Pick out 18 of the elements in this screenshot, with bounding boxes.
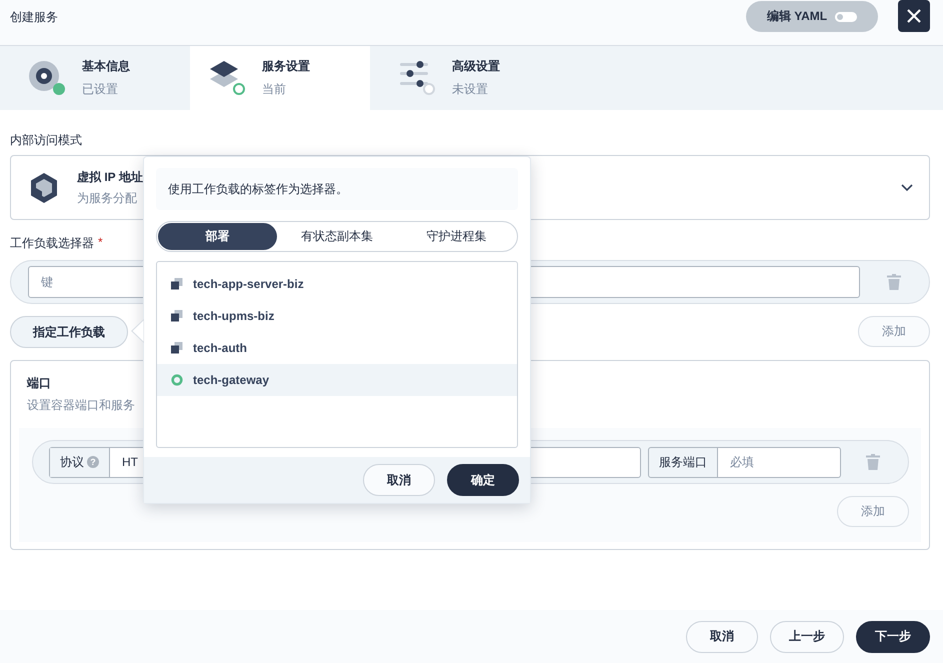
section-description: 设置容器端口和服务 (27, 397, 135, 414)
required-mark: * (98, 235, 103, 251)
step-status: 未设置 (452, 81, 489, 98)
protocol-value: HT (121, 454, 139, 471)
step-status: 已设置 (82, 81, 119, 98)
step-title: 服务设置 (262, 58, 310, 75)
field-label: 内部访问模式 (10, 132, 83, 149)
window-title: 创建服务 (10, 9, 58, 26)
step-status: 当前 (262, 81, 287, 98)
mode-title: 虚拟 IP 地址 (77, 168, 143, 186)
step-title: 高级设置 (452, 58, 500, 75)
field-label: 工作负载选择器 (10, 235, 94, 252)
section-title: 端口 (27, 375, 51, 392)
hint-text: 使用工作负载的标签作为选择器。 (156, 168, 518, 210)
field-label: 服务端口 (648, 446, 718, 478)
field-label: 协议 (60, 454, 84, 470)
step-title: 基本信息 (82, 58, 130, 75)
mode-description: 为服务分配 (77, 190, 138, 206)
